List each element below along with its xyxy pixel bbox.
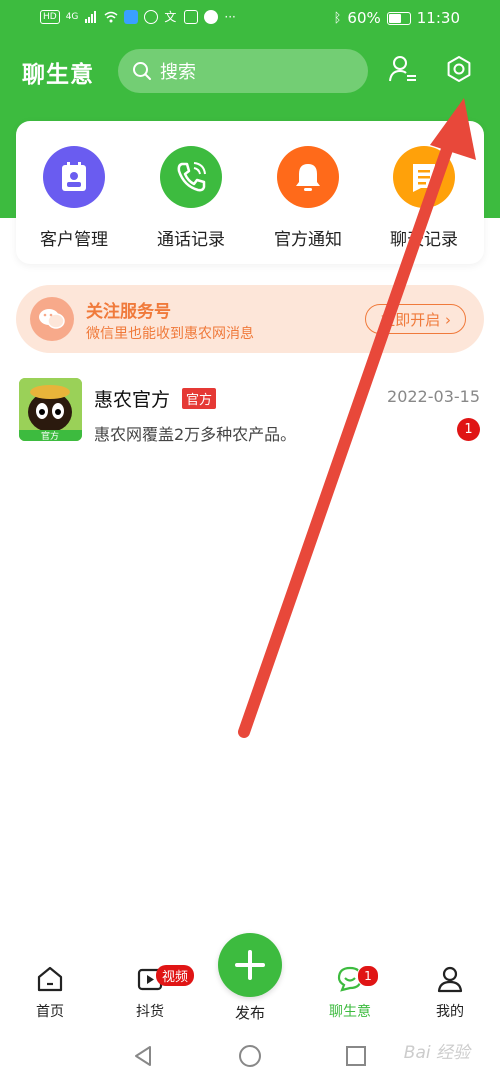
banner-title: 关注服务号: [86, 302, 171, 322]
plus-icon: [235, 950, 265, 980]
video-badge: 视频: [156, 965, 195, 986]
quick-action-chat-records[interactable]: 聊天记录: [374, 146, 474, 250]
unread-badge: 1: [457, 418, 480, 441]
chat-badge: 1: [357, 965, 379, 987]
banner-subtitle: 微信里也能收到惠农网消息: [86, 326, 254, 342]
status-bar: HD 4G 文 ··· ᛒ 60% 11:30: [0, 0, 500, 38]
home-icon: [37, 966, 63, 992]
clock: 11:30: [416, 9, 460, 27]
avatar-label: 官方: [41, 430, 59, 441]
home-circle-icon[interactable]: [238, 1044, 262, 1068]
official-tag: 官方: [182, 388, 217, 409]
search-placeholder: 搜索: [160, 62, 196, 83]
quick-action-label: 客户管理: [40, 230, 108, 250]
chat-name: 惠农官方: [94, 389, 171, 411]
nav-chat-label: 聊生意: [329, 1004, 371, 1020]
bluetooth-icon: ᛒ: [333, 10, 342, 26]
search-icon: [133, 62, 151, 80]
user-icon: [437, 966, 463, 993]
music-icon: [184, 10, 199, 24]
battery-icon: [386, 11, 411, 25]
quick-action-label: 通话记录: [157, 230, 225, 250]
quick-action-label: 官方通知: [274, 230, 342, 250]
nav-home-label: 首页: [36, 1004, 64, 1020]
recents-icon[interactable]: [345, 1045, 367, 1067]
user-list-icon: [389, 56, 416, 82]
quick-action-calls[interactable]: 通话记录: [141, 146, 241, 250]
page-title: 聊生意: [22, 62, 94, 88]
contacts-icon: [43, 146, 105, 208]
nav-home[interactable]: 首页: [10, 965, 90, 1021]
back-icon[interactable]: [132, 1044, 154, 1068]
chat-preview: 惠农网覆盖2万多种农产品。: [94, 425, 297, 444]
nav-doushop-label: 抖货: [136, 1004, 164, 1020]
phone-icon: [160, 146, 222, 208]
notification-glyph-icon: 文: [164, 10, 177, 24]
publish-button[interactable]: [218, 933, 282, 997]
hand-icon: [144, 10, 159, 24]
nav-me-label: 我的: [436, 1004, 464, 1020]
enable-now-button[interactable]: 立即开启 ›: [365, 304, 466, 334]
list-item[interactable]: 官方 惠农官方 官方 2022-03-15 惠农网覆盖2万多种农产品。 1: [0, 368, 500, 456]
publish-label: 发布: [234, 1004, 265, 1022]
network-type: 4G: [65, 12, 79, 22]
message-icon: [204, 10, 219, 24]
follow-service-banner[interactable]: 关注服务号 微信里也能收到惠农网消息 立即开启 ›: [16, 285, 484, 353]
signal-icon: [85, 11, 97, 23]
app-notification-icon: [124, 10, 139, 24]
wifi-icon: [104, 11, 118, 23]
quick-actions-card: 客户管理 通话记录 官方通知 聊天记录: [16, 121, 484, 264]
avatar: 官方: [19, 378, 82, 441]
quick-action-customers[interactable]: 客户管理: [24, 146, 124, 250]
wechat-icon: [30, 297, 74, 341]
quick-action-label: 聊天记录: [390, 230, 458, 250]
quick-action-notices[interactable]: 官方通知: [258, 146, 358, 250]
nav-me[interactable]: 我的: [410, 965, 490, 1021]
enable-now-label: 立即开启: [380, 311, 441, 329]
contacts-button[interactable]: [386, 52, 420, 86]
hd-badge: HD: [40, 10, 60, 24]
chat-record-icon: [393, 146, 455, 208]
settings-button[interactable]: [442, 52, 476, 86]
chat-date: 2022-03-15: [387, 387, 480, 406]
bell-icon: [277, 146, 339, 208]
gear-icon: [447, 56, 471, 82]
search-input[interactable]: 搜索: [118, 49, 368, 93]
more-notifications-icon: ···: [224, 10, 236, 24]
watermark: Bai 经验: [403, 1043, 470, 1063]
battery-percent: 60%: [347, 9, 381, 27]
